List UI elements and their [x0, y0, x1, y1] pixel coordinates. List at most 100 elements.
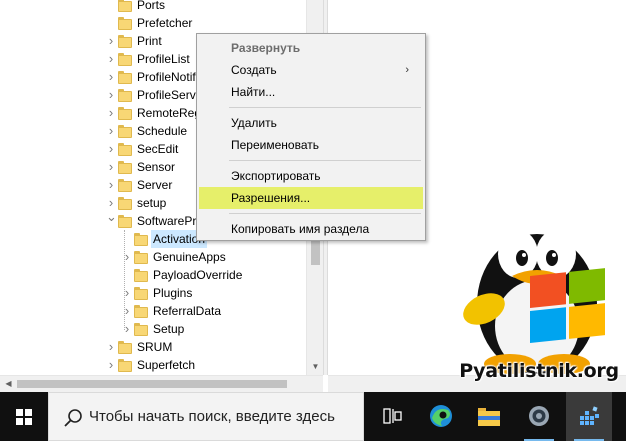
chevron-right-icon[interactable]: › — [106, 176, 116, 194]
folder-icon — [118, 197, 132, 210]
menu-item-label: Найти... — [231, 85, 276, 99]
folder-icon — [118, 143, 132, 156]
tree-item-label: SRUM — [137, 340, 173, 354]
settings-gear-icon — [529, 406, 549, 426]
task-view-button[interactable] — [370, 392, 416, 441]
folder-icon — [118, 107, 132, 120]
folder-icon — [118, 179, 132, 192]
taskbar: Чтобы начать поиск, введите здесь — [0, 392, 626, 441]
tree-item[interactable]: › Plugins — [0, 284, 306, 302]
chevron-right-icon[interactable]: › — [106, 50, 116, 68]
menu-item-label: Удалить — [231, 116, 277, 130]
tree-item-label: Server — [137, 178, 173, 192]
tree-item[interactable]: › Superfetch — [0, 356, 306, 374]
tree-item-label: Superfetch — [137, 358, 196, 372]
tree-item-label: setup — [137, 196, 167, 210]
tree-item[interactable]: › SRUM — [0, 338, 306, 356]
folder-icon — [118, 35, 132, 48]
submenu-arrow-icon: › — [405, 64, 409, 76]
scrollbar-thumb[interactable] — [17, 380, 287, 388]
menu-item[interactable]: Переименовать — [199, 134, 423, 156]
chevron-right-icon[interactable]: › — [106, 68, 116, 86]
tree-item-label: Print — [137, 34, 162, 48]
folder-icon — [118, 359, 132, 372]
tree-item-label: Sensor — [137, 160, 176, 174]
menu-item-label: Переименовать — [231, 138, 319, 152]
menu-item-label: Создать — [231, 63, 277, 77]
chevron-right-icon[interactable]: › — [106, 86, 116, 104]
folder-icon — [118, 161, 132, 174]
tree-item[interactable]: PayloadOverride — [0, 266, 306, 284]
edge-button[interactable] — [418, 392, 464, 441]
menu-item[interactable]: Разрешения... — [199, 187, 423, 209]
tree-item-label: Plugins — [153, 286, 193, 300]
folder-icon — [134, 269, 148, 282]
folder-icon — [134, 251, 148, 264]
start-button[interactable] — [0, 392, 48, 441]
tree-item[interactable]: › ReferralData — [0, 302, 306, 320]
folder-icon — [134, 323, 148, 336]
chevron-right-icon[interactable]: › — [122, 320, 132, 338]
folder-icon — [134, 287, 148, 300]
menu-item[interactable]: Удалить — [199, 112, 423, 134]
tree-horizontal-scrollbar[interactable]: ◀ — [0, 375, 323, 392]
folder-icon — [118, 0, 132, 12]
folder-icon — [118, 215, 132, 228]
settings-button[interactable] — [516, 392, 562, 441]
menu-item[interactable]: Развернуть — [199, 37, 423, 59]
folder-icon — [118, 71, 132, 84]
tree-item[interactable]: › Setup — [0, 320, 306, 338]
chevron-right-icon[interactable]: › — [106, 32, 116, 50]
tree-item-label: SecEdit — [137, 142, 179, 156]
windows-start-icon — [16, 409, 32, 425]
tree-item-label: Schedule — [137, 124, 188, 138]
folder-icon — [118, 125, 132, 138]
chevron-right-icon[interactable]: › — [122, 248, 132, 266]
menu-item[interactable]: Копировать имя раздела — [199, 218, 423, 240]
chevron-right-icon[interactable]: › — [106, 122, 116, 140]
menu-item-label: Экспортировать — [231, 169, 321, 183]
registry-editor-icon — [580, 406, 599, 425]
menu-item[interactable]: Экспортировать — [199, 165, 423, 187]
menu-item[interactable]: Создать › — [199, 59, 423, 81]
tree-item-label: Setup — [153, 322, 185, 336]
chevron-right-icon[interactable]: › — [106, 104, 116, 122]
chevron-right-icon[interactable]: › — [106, 158, 116, 176]
folder-icon — [118, 17, 132, 30]
site-watermark: Pyatilistnik.org — [459, 360, 619, 382]
chevron-right-icon[interactable]: › — [106, 338, 116, 356]
folder-icon — [118, 53, 132, 66]
tree-item-label: ReferralData — [153, 304, 222, 318]
scroll-left-arrow-icon[interactable]: ◀ — [0, 376, 17, 392]
taskbar-search-box[interactable]: Чтобы начать поиск, введите здесь — [48, 392, 364, 441]
tree-item[interactable]: › GenuineApps — [0, 248, 306, 266]
menu-separator — [229, 107, 421, 108]
chevron-right-icon[interactable]: › — [106, 356, 116, 374]
context-menu: Развернуть Создать › Найти... Удалить Переиме… — [196, 33, 426, 241]
scroll-down-arrow-icon[interactable]: ▼ — [307, 358, 324, 375]
task-view-icon — [383, 408, 402, 424]
tree-item[interactable]: Ports — [0, 0, 306, 14]
chevron-right-icon[interactable]: › — [122, 284, 132, 302]
search-icon — [64, 409, 82, 427]
tree-item-label: Ports — [137, 0, 166, 12]
menu-item-label: Развернуть — [231, 41, 301, 55]
chevron-right-icon[interactable]: › — [122, 302, 132, 320]
menu-item[interactable]: Найти... — [199, 81, 423, 103]
tree-item-label: ProfileList — [137, 52, 190, 66]
chevron-down-icon[interactable]: ⌄ — [106, 208, 117, 226]
folder-icon — [118, 89, 132, 102]
menu-item-label: Разрешения... — [231, 191, 311, 205]
file-explorer-icon — [478, 408, 500, 426]
tree-item-label: PayloadOverride — [153, 268, 243, 282]
edge-icon — [430, 405, 452, 427]
registry-editor-button[interactable] — [566, 392, 612, 441]
tree-item-label: GenuineApps — [153, 250, 226, 264]
folder-icon — [118, 341, 132, 354]
tree-item[interactable]: Prefetcher — [0, 14, 306, 32]
menu-separator — [229, 213, 421, 214]
menu-separator — [229, 160, 421, 161]
chevron-right-icon[interactable]: › — [106, 140, 116, 158]
search-placeholder: Чтобы начать поиск, введите здесь — [89, 408, 335, 425]
file-explorer-button[interactable] — [466, 392, 512, 441]
